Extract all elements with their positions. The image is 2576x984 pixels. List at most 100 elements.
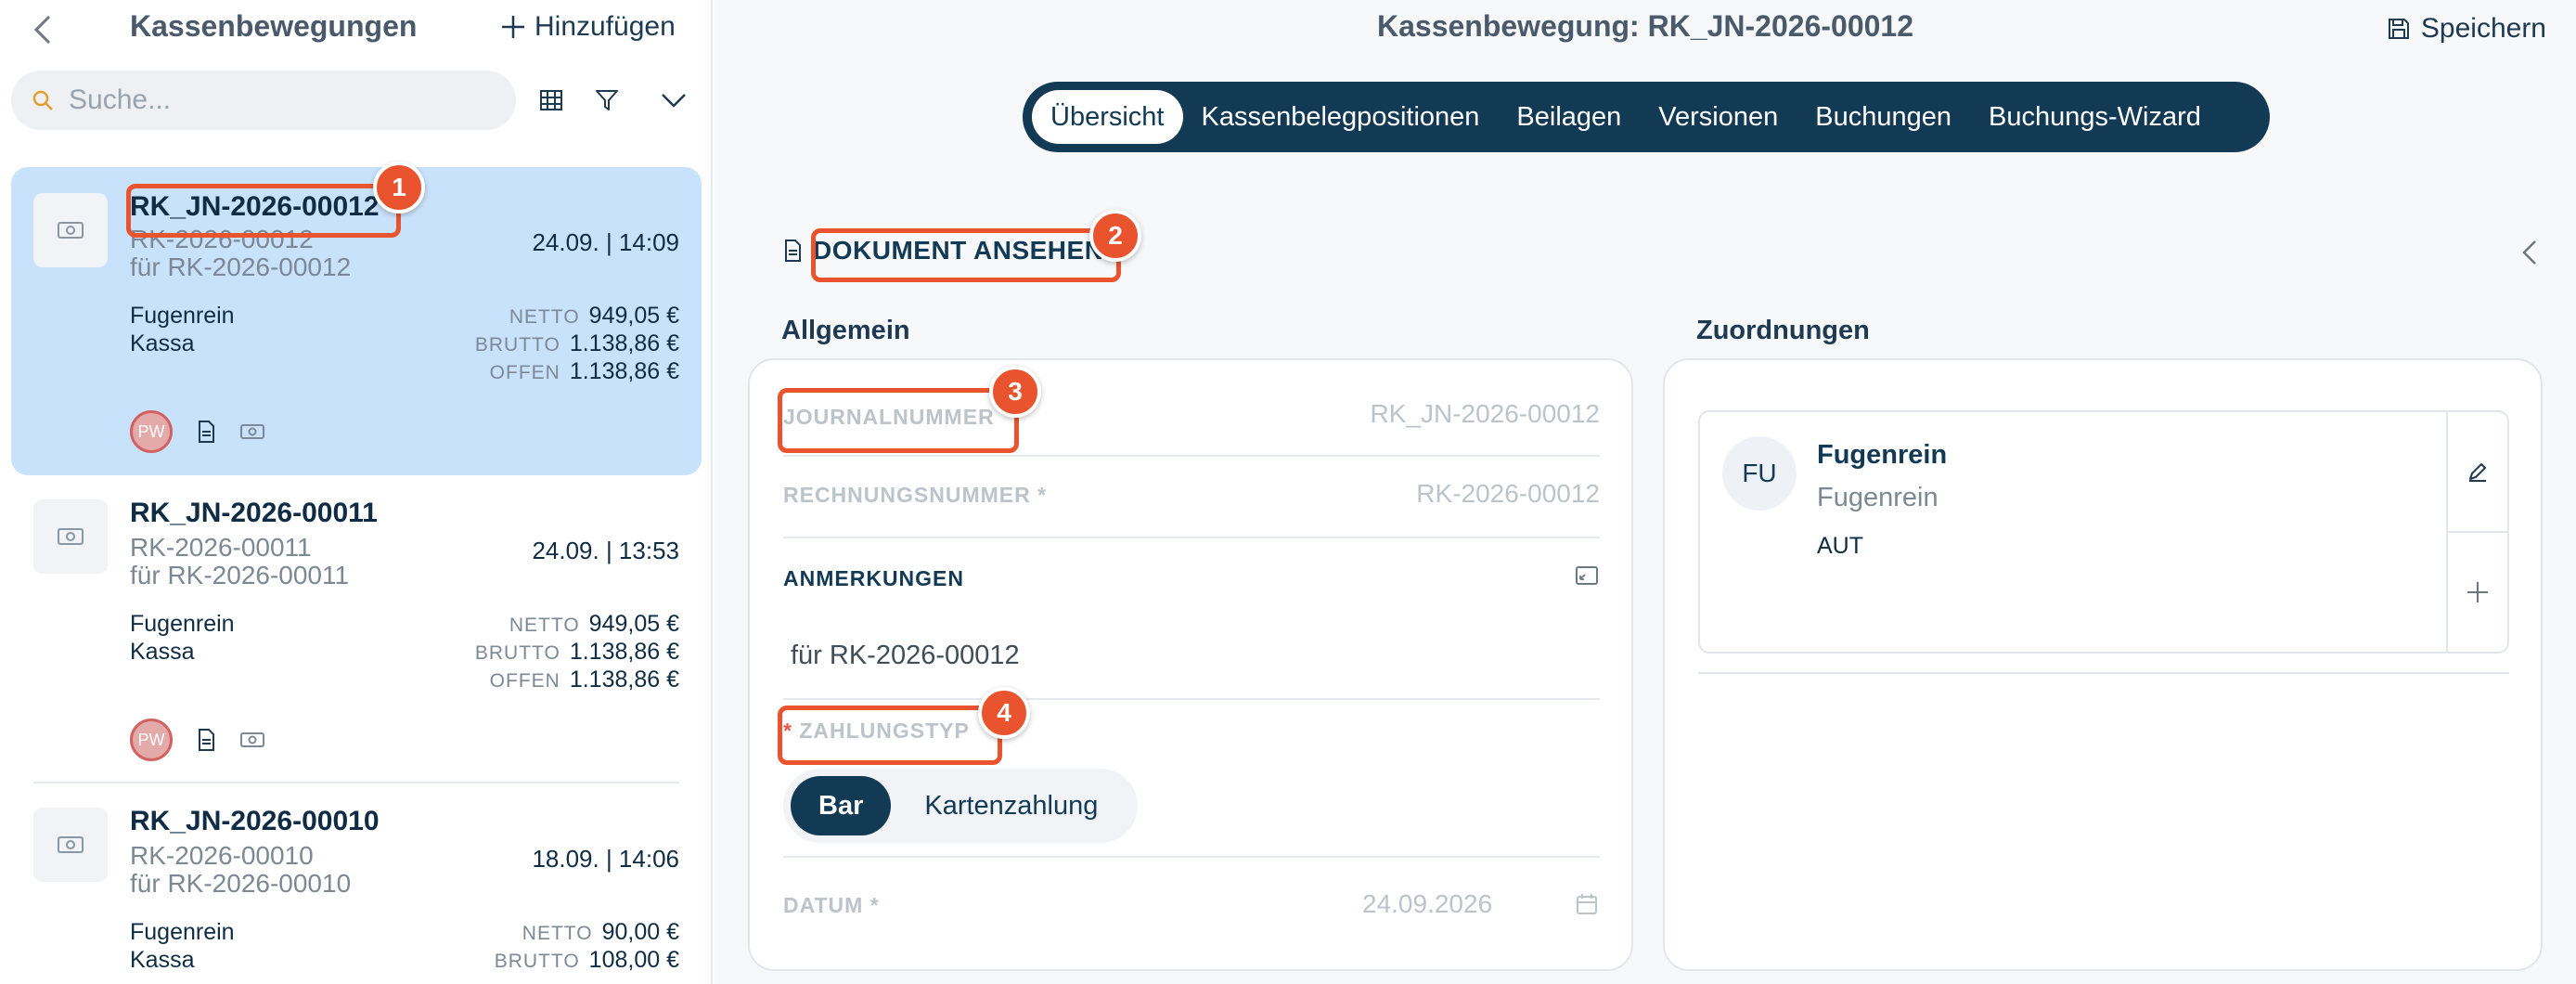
list-topbar: Kassenbewegungen Hinzufügen <box>0 0 711 59</box>
invoice-number-label: RECHNUNGSNUMMER * <box>783 483 1048 507</box>
notes-label: ANMERKUNGEN <box>783 566 964 590</box>
item-journal-number: RK_JN-2026-00012 <box>130 191 380 222</box>
cash-icon <box>58 222 84 239</box>
tab-kassenbelegpositionen[interactable]: Kassenbelegpositionen <box>1183 90 1499 144</box>
assignment-divider <box>1698 672 2509 674</box>
item-icon-row: PW <box>130 410 265 453</box>
item-thumbnail <box>33 193 108 267</box>
cash-icon <box>240 424 264 439</box>
list-item[interactable]: RK_JN-2026-00011 RK-2026-00011 für RK-20… <box>11 475 702 782</box>
item-invoice-number: RK-2026-00012 <box>130 225 314 253</box>
general-panel: JOURNALNUMMER RK_JN-2026-00012 RECHNUNGS… <box>748 358 1633 971</box>
payment-type-label: * ZAHLUNGSTYP <box>783 719 970 743</box>
item-journal-number: RK_JN-2026-00010 <box>130 806 380 836</box>
filter-button[interactable] <box>588 82 625 119</box>
view-document-label: DOKUMENT ANSEHEN <box>813 236 1104 265</box>
document-icon <box>199 729 214 751</box>
journal-number-value: RK_JN-2026-00012 <box>1370 399 1601 428</box>
save-button[interactable]: Speichern <box>2388 13 2546 45</box>
cash-icon <box>240 732 264 747</box>
notes-value: für RK-2026-00012 <box>791 641 1020 670</box>
save-button-label: Speichern <box>2420 13 2546 44</box>
document-icon <box>199 421 214 443</box>
item-offen: OFFEN 1.138,86 € <box>489 358 679 384</box>
item-vendor: Fugenrein <box>130 611 235 637</box>
avatar: PW <box>130 410 173 453</box>
item-vendor: Fugenrein <box>130 919 235 945</box>
add-button[interactable]: Hinzufügen <box>501 11 676 43</box>
plus-icon <box>502 16 524 38</box>
item-date: 24.09. | 14:09 <box>532 228 679 256</box>
payment-option-kartenzahlung[interactable]: Kartenzahlung <box>896 776 1126 835</box>
item-invoice-number: RK-2026-00011 <box>130 533 312 562</box>
search-bar[interactable] <box>11 71 516 130</box>
collapse-document-button[interactable] <box>2511 234 2548 271</box>
avatar: PW <box>130 719 173 761</box>
item-account: Kassa <box>130 639 195 665</box>
avatar: FU <box>1722 436 1797 511</box>
journal-number-label: JOURNALNUMMER <box>783 405 995 429</box>
item-invoice-number: RK-2026-00010 <box>130 841 314 870</box>
item-account: Kassa <box>130 947 195 973</box>
table-icon <box>540 90 562 110</box>
assignment-subname: Fugenrein <box>1817 483 1938 512</box>
notes-field[interactable]: ANMERKUNGEN für RK-2026-00012 <box>783 538 1600 700</box>
item-netto: NETTO 949,05 € <box>509 303 679 329</box>
edit-assignment-button[interactable] <box>2448 412 2507 531</box>
annotation-badge-4: 4 <box>978 687 1030 739</box>
chevron-left-icon <box>2522 240 2536 265</box>
tab-uebersicht[interactable]: Übersicht <box>1032 90 1183 144</box>
tab-versionen[interactable]: Versionen <box>1640 90 1797 144</box>
edit-icon <box>2469 463 2486 482</box>
assignment-country: AUT <box>1817 533 1863 559</box>
chevron-down-icon <box>662 94 686 108</box>
item-journal-number: RK_JN-2026-00011 <box>130 498 378 528</box>
tab-buchungen[interactable]: Buchungen <box>1797 90 1970 144</box>
grid-view-button[interactable] <box>533 82 570 119</box>
section-title-general: Allgemein <box>781 316 910 345</box>
item-thumbnail <box>33 808 108 882</box>
date-value[interactable]: 24.09.2026 <box>1362 889 1492 919</box>
back-button[interactable] <box>24 11 61 48</box>
payment-option-bar[interactable]: Bar <box>791 776 892 835</box>
field-divider <box>783 856 1600 858</box>
view-document-link[interactable]: DOKUMENT ANSEHEN <box>783 236 1103 265</box>
document-icon <box>785 240 801 262</box>
item-vendor: Fugenrein <box>130 303 235 329</box>
list-title: Kassenbewegungen <box>130 9 418 43</box>
item-note: für RK-2026-00011 <box>130 561 350 589</box>
page-title: Kassenbewegung: RK_JN-2026-00012 <box>1376 9 1913 43</box>
item-offen: OFFEN 1.138,86 € <box>489 667 679 693</box>
expand-options-button[interactable] <box>655 82 692 119</box>
invoice-number-field[interactable]: RECHNUNGSNUMMER * RK-2026-00012 <box>783 457 1600 538</box>
tab-beilagen[interactable]: Beilagen <box>1498 90 1640 144</box>
search-input[interactable] <box>69 84 477 116</box>
item-note: für RK-2026-00010 <box>130 869 352 898</box>
item-thumbnail <box>33 499 108 574</box>
item-brutto: BRUTTO 1.138,86 € <box>474 330 679 356</box>
expand-text-icon[interactable] <box>1576 566 1598 585</box>
assignments-panel: FU Fugenrein Fugenrein AUT <box>1663 358 2543 971</box>
annotation-badge-3: 3 <box>989 366 1041 418</box>
annotation-badge-1: 1 <box>373 162 425 214</box>
cash-icon <box>58 528 84 545</box>
list-item[interactable]: RK_JN-2026-00010 RK-2026-00010 für RK-20… <box>11 783 702 984</box>
section-title-assignments: Zuordnungen <box>1696 316 1870 345</box>
calendar-icon[interactable] <box>1576 893 1598 915</box>
journal-number-field[interactable]: JOURNALNUMMER RK_JN-2026-00012 <box>783 360 1600 457</box>
cash-icon <box>58 836 84 853</box>
date-label: DATUM * <box>783 893 880 917</box>
plus-icon <box>2467 582 2488 602</box>
add-assignment-button[interactable] <box>2448 533 2507 652</box>
filter-icon <box>596 90 618 110</box>
assignment-card: FU Fugenrein Fugenrein AUT <box>1698 410 2509 654</box>
add-button-label: Hinzufügen <box>535 11 676 42</box>
assignment-actions <box>2446 412 2507 652</box>
annotation-badge-2: 2 <box>1089 210 1141 262</box>
item-date: 24.09. | 13:53 <box>532 537 679 564</box>
list-item[interactable]: RK_JN-2026-00012 RK-2026-00012 für RK-20… <box>11 167 702 475</box>
tab-buchungs-wizard[interactable]: Buchungs-Wizard <box>1970 90 2220 144</box>
item-brutto: BRUTTO 108,00 € <box>494 947 679 973</box>
item-note: für RK-2026-00012 <box>130 252 352 281</box>
assignment-name: Fugenrein <box>1817 440 1948 470</box>
